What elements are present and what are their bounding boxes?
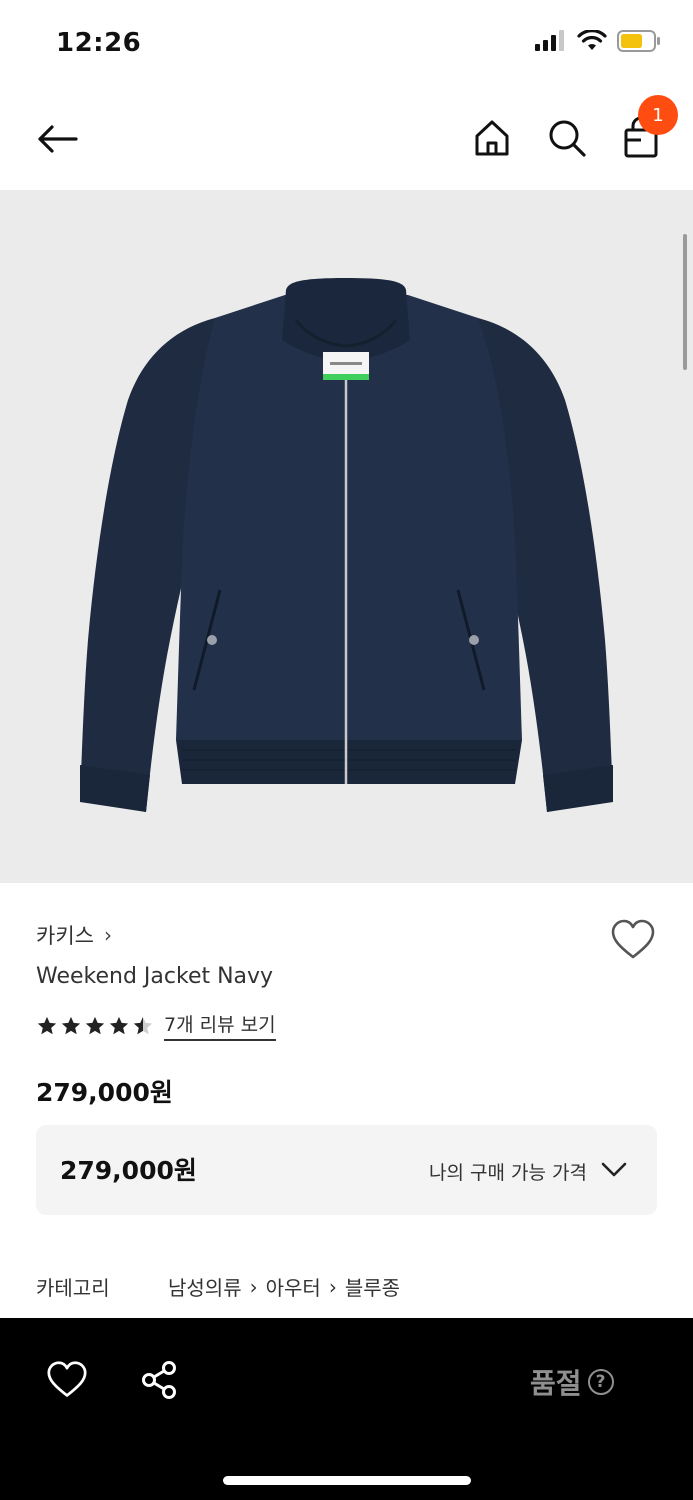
soldout-label: 품절 — [530, 1367, 582, 1400]
chevron-down-icon — [601, 1162, 627, 1177]
share-button[interactable] — [140, 1360, 178, 1400]
bottom-action-bar: 품절 ? — [0, 1318, 693, 1500]
home-indicator[interactable] — [223, 1476, 471, 1485]
back-button[interactable] — [34, 116, 80, 162]
wishlist-button[interactable] — [610, 918, 656, 962]
search-icon — [549, 120, 586, 157]
status-time: 12:26 — [56, 28, 142, 58]
reviews-link[interactable]: 7개 리뷰 보기 — [164, 1010, 276, 1041]
category-row: 카테고리 남성의류 › 아우터 › 블루종 — [36, 1272, 400, 1301]
product-name: Weekend Jacket Navy — [36, 964, 274, 989]
rating-row: 7개 리뷰 보기 — [36, 1010, 276, 1041]
help-icon[interactable]: ? — [587, 1369, 614, 1395]
category-label: 카테고리 — [36, 1276, 110, 1300]
home-button[interactable] — [470, 116, 514, 160]
star-icon — [37, 1016, 57, 1034]
my-price-value: 279,000원 — [60, 1156, 197, 1185]
bottom-wishlist-button[interactable] — [46, 1360, 88, 1400]
wifi-icon — [577, 30, 607, 50]
star-icon — [109, 1016, 129, 1034]
star-icon — [61, 1016, 81, 1034]
breadcrumb-item[interactable]: 아우터 — [266, 1272, 321, 1301]
breadcrumb-item[interactable]: 블루종 — [345, 1272, 400, 1301]
heart-icon — [47, 1361, 87, 1397]
top-nav — [0, 88, 693, 190]
search-button[interactable] — [545, 116, 589, 160]
half-star-icon — [133, 1016, 153, 1034]
chevron-right-icon: › — [328, 1274, 337, 1299]
breadcrumb-item[interactable]: 남성의류 — [168, 1272, 242, 1301]
my-price-label: 나의 구매 가능 가격 — [429, 1162, 587, 1184]
image-scrollbar[interactable] — [683, 234, 687, 370]
chevron-right-icon: › — [103, 923, 112, 947]
star-icon — [85, 1016, 105, 1034]
my-price-dropdown[interactable]: 279,000원 나의 구매 가능 가격 — [36, 1125, 657, 1215]
star-rating — [36, 1015, 154, 1037]
status-bar: 12:26 — [0, 0, 693, 88]
brand-link[interactable]: 카키스 › — [36, 920, 112, 950]
product-price: 279,000원 — [36, 1078, 173, 1107]
arrow-left-icon — [38, 125, 78, 153]
product-image[interactable] — [0, 190, 693, 883]
heart-icon — [611, 919, 655, 959]
category-breadcrumb: 남성의류 › 아우터 › 블루종 — [168, 1272, 400, 1301]
status-icons — [535, 30, 661, 52]
soldout-button[interactable]: 품절 ? — [530, 1362, 614, 1402]
home-icon — [475, 120, 509, 156]
jacket-image — [80, 278, 613, 812]
cart-count-badge: 1 — [638, 95, 678, 135]
chevron-right-icon: › — [249, 1274, 258, 1299]
signal-icon — [535, 30, 564, 51]
share-icon — [142, 1361, 176, 1399]
brand-name: 카키스 — [36, 924, 94, 948]
battery-icon — [617, 30, 660, 52]
